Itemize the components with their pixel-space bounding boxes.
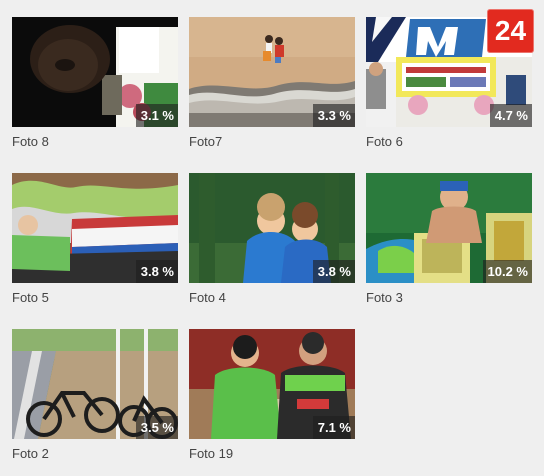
photo-caption[interactable]: Foto 4 [189,290,355,306]
percent-badge: 3.5 % [135,416,178,439]
site-logo[interactable]: 24 [487,9,534,53]
gallery-card: 3.8 % Foto 5 [12,173,178,306]
photo-caption[interactable]: Foto 3 [366,290,532,306]
percent-badge: 7.1 % [312,416,355,439]
percent-badge: 3.1 % [135,104,178,127]
photo-caption[interactable]: Foto 5 [12,290,178,306]
gallery-card: 10.2 % Foto 3 [366,173,532,306]
percent-badge: 3.3 % [312,104,355,127]
photo-thumbnail[interactable]: 3.1 % [12,17,178,127]
photo-caption[interactable]: Foto 8 [12,134,178,150]
photo-thumbnail[interactable]: 3.8 % [12,173,178,283]
gallery-card: 3.8 % Foto 4 [189,173,355,306]
site-logo-text: 24 [494,15,527,46]
gallery-card: 7.1 % Foto 19 [189,329,355,462]
photo-caption[interactable]: Foto 19 [189,446,355,462]
gallery-card: 3.3 % Foto7 [189,17,355,150]
photo-thumbnail[interactable]: 7.1 % [189,329,355,439]
photo-thumbnail[interactable]: 3.5 % [12,329,178,439]
photo-caption[interactable]: Foto 6 [366,134,532,150]
photo-caption[interactable]: Foto 2 [12,446,178,462]
photo-gallery: 3.1 % Foto 8 3.3 % Foto7 4.7 % Foto 6 3.… [0,0,544,476]
photo-thumbnail[interactable]: 3.3 % [189,17,355,127]
photo-caption[interactable]: Foto7 [189,134,355,150]
percent-badge: 3.8 % [135,260,178,283]
photo-thumbnail[interactable]: 3.8 % [189,173,355,283]
percent-badge: 3.8 % [312,260,355,283]
percent-badge: 4.7 % [489,104,532,127]
gallery-card: 3.1 % Foto 8 [12,17,178,150]
photo-thumbnail[interactable]: 10.2 % [366,173,532,283]
gallery-card: 3.5 % Foto 2 [12,329,178,462]
percent-badge: 10.2 % [482,260,532,283]
